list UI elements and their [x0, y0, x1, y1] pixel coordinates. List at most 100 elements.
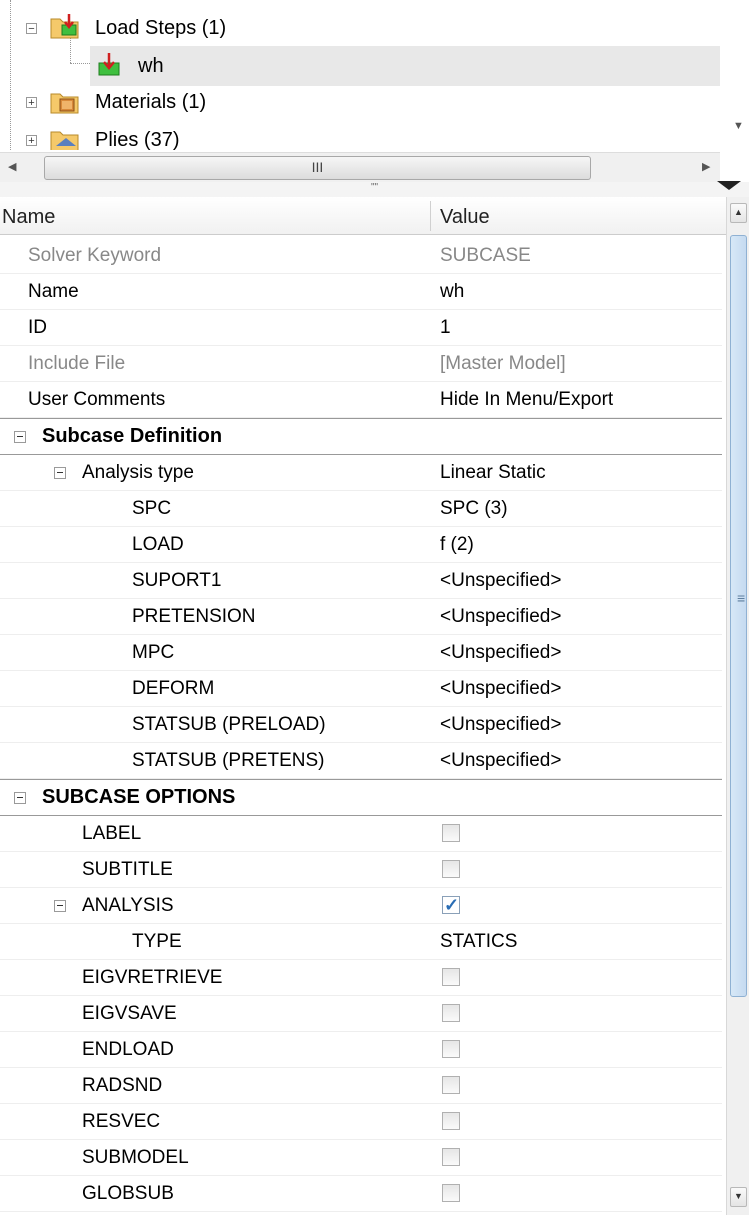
property-value[interactable]: <Unspecified>: [440, 671, 561, 706]
property-value[interactable]: <Unspecified>: [440, 743, 561, 778]
property-value[interactable]: Linear Static: [440, 455, 546, 490]
property-row-endload[interactable]: ENDLOAD: [0, 1032, 722, 1068]
property-row-load[interactable]: LOAD f (2): [0, 527, 722, 563]
grid-header: Name Value: [0, 197, 726, 235]
tree-item-plies[interactable]: + Plies (37): [0, 120, 720, 150]
property-name: STATSUB (PRETENS): [132, 750, 325, 771]
tree-item-load-steps[interactable]: − Load Steps (1): [0, 8, 720, 48]
panel-splitter[interactable]: "": [0, 182, 749, 197]
collapse-minus-icon[interactable]: [54, 467, 66, 479]
property-row-solver-keyword: Solver Keyword SUBCASE: [0, 238, 722, 274]
expand-plus-icon[interactable]: +: [26, 135, 37, 147]
section-subcase-options[interactable]: SUBCASE OPTIONS: [0, 779, 722, 816]
collapse-minus-icon[interactable]: [14, 431, 26, 443]
property-value[interactable]: <Unspecified>: [440, 707, 561, 742]
property-row-eigvretrieve[interactable]: EIGVRETRIEVE: [0, 960, 722, 996]
column-header-value[interactable]: Value: [440, 197, 490, 234]
label-checkbox[interactable]: [442, 824, 460, 842]
property-row-pretension[interactable]: PRETENSION <Unspecified>: [0, 599, 722, 635]
property-value[interactable]: <Unspecified>: [440, 635, 561, 670]
property-row-suport1[interactable]: SUPORT1 <Unspecified>: [0, 563, 722, 599]
tree-item-materials[interactable]: + Materials (1): [0, 82, 720, 122]
property-name: LABEL: [82, 823, 142, 844]
property-name: EIGVSAVE: [82, 1003, 177, 1024]
property-name: TYPE: [132, 931, 182, 952]
analysis-checkbox[interactable]: ✓: [442, 895, 460, 915]
globsub-checkbox[interactable]: [442, 1184, 460, 1202]
property-value[interactable]: SPC (3): [440, 491, 508, 526]
property-row-type[interactable]: TYPE STATICS: [0, 924, 722, 960]
tree-item-label: wh: [138, 54, 164, 77]
column-header-name[interactable]: Name: [2, 197, 55, 234]
grid-vertical-scrollbar[interactable]: ▲ ≡ ▼: [726, 197, 749, 1215]
property-row-user-comments[interactable]: User Comments Hide In Menu/Export: [0, 382, 722, 418]
property-row-subtitle[interactable]: SUBTITLE: [0, 852, 722, 888]
eigvsave-checkbox[interactable]: [442, 1004, 460, 1022]
horizontal-scroll-thumb[interactable]: III: [44, 156, 591, 180]
property-value[interactable]: 1: [440, 310, 451, 345]
section-subcase-definition[interactable]: Subcase Definition: [0, 418, 722, 455]
property-row-eigvsave[interactable]: EIGVSAVE: [0, 996, 722, 1032]
scroll-right-arrow-icon[interactable]: ▶: [702, 160, 710, 173]
scroll-down-arrow-icon[interactable]: ▼: [733, 120, 744, 132]
property-name: GLOBSUB: [82, 1183, 174, 1204]
materials-folder-icon: [50, 93, 79, 114]
vertical-scroll-thumb[interactable]: ≡: [730, 235, 747, 997]
property-value[interactable]: f (2): [440, 527, 474, 562]
radsnd-checkbox[interactable]: [442, 1076, 460, 1094]
property-value[interactable]: Hide In Menu/Export: [440, 382, 613, 417]
property-row-resvec[interactable]: RESVEC: [0, 1104, 722, 1140]
resvec-checkbox[interactable]: [442, 1112, 460, 1130]
model-browser-tree: − Load Steps (1) wh + Materials (1) + Pl…: [0, 0, 749, 150]
section-title: SUBCASE OPTIONS: [42, 786, 236, 808]
scroll-grip-icon: III: [311, 159, 324, 175]
property-name: LOAD: [132, 534, 184, 555]
property-row-deform[interactable]: DEFORM <Unspecified>: [0, 671, 722, 707]
property-row-label[interactable]: LABEL: [0, 816, 722, 852]
property-row-include-file: Include File [Master Model]: [0, 346, 722, 382]
section-title: Subcase Definition: [42, 425, 223, 447]
property-row-statsub-preload[interactable]: STATSUB (PRELOAD) <Unspecified>: [0, 707, 722, 743]
tree-item-wh[interactable]: wh: [90, 46, 720, 86]
property-row-mpc[interactable]: MPC <Unspecified>: [0, 635, 722, 671]
property-value[interactable]: <Unspecified>: [440, 563, 561, 598]
load-step-icon: [98, 53, 120, 76]
load-steps-folder-icon: [50, 14, 79, 39]
expand-plus-icon[interactable]: +: [26, 97, 37, 109]
property-name: ID: [28, 317, 47, 338]
scroll-up-arrow-icon[interactable]: ▲: [730, 203, 747, 223]
property-name: SUBTITLE: [82, 859, 173, 880]
splitter-arrow-icon[interactable]: [717, 181, 741, 190]
expand-minus-icon[interactable]: −: [26, 23, 37, 35]
property-row-radsnd[interactable]: RADSND: [0, 1068, 722, 1104]
property-name: SUPORT1: [132, 570, 222, 591]
splitter-grip-icon: "": [370, 182, 379, 193]
subtitle-checkbox[interactable]: [442, 860, 460, 878]
property-row-submodel[interactable]: SUBMODEL: [0, 1140, 722, 1176]
property-value[interactable]: wh: [440, 274, 464, 309]
property-value[interactable]: <Unspecified>: [440, 599, 561, 634]
property-row-analysis[interactable]: ANALYSIS ✓: [0, 888, 722, 924]
collapse-minus-icon[interactable]: [14, 792, 26, 804]
collapse-minus-icon[interactable]: [54, 900, 66, 912]
property-name: RESVEC: [82, 1111, 161, 1132]
scroll-down-arrow-icon[interactable]: ▼: [730, 1187, 747, 1207]
checkmark-icon: ✓: [444, 895, 460, 915]
property-row-spc[interactable]: SPC SPC (3): [0, 491, 722, 527]
property-value[interactable]: STATICS: [440, 924, 517, 959]
property-name: STATSUB (PRELOAD): [132, 714, 326, 735]
column-divider[interactable]: [430, 201, 431, 231]
property-value: [Master Model]: [440, 353, 566, 374]
submodel-checkbox[interactable]: [442, 1148, 460, 1166]
property-row-globsub[interactable]: GLOBSUB: [0, 1176, 722, 1212]
property-row-statsub-pretens[interactable]: STATSUB (PRETENS) <Unspecified>: [0, 743, 722, 779]
eigvretrieve-checkbox[interactable]: [442, 968, 460, 986]
scroll-left-arrow-icon[interactable]: ◀: [8, 160, 16, 173]
endload-checkbox[interactable]: [442, 1040, 460, 1058]
tree-horizontal-scrollbar[interactable]: ◀ III ▶: [0, 152, 720, 184]
property-row-analysis-type[interactable]: Analysis type Linear Static: [0, 455, 722, 491]
tree-vertical-scrollbar[interactable]: ▼: [727, 0, 749, 150]
property-row-id[interactable]: ID 1: [0, 310, 722, 346]
property-row-name[interactable]: Name wh: [0, 274, 722, 310]
property-grid: Name Value Solver Keyword SUBCASE Name w…: [0, 197, 726, 1215]
